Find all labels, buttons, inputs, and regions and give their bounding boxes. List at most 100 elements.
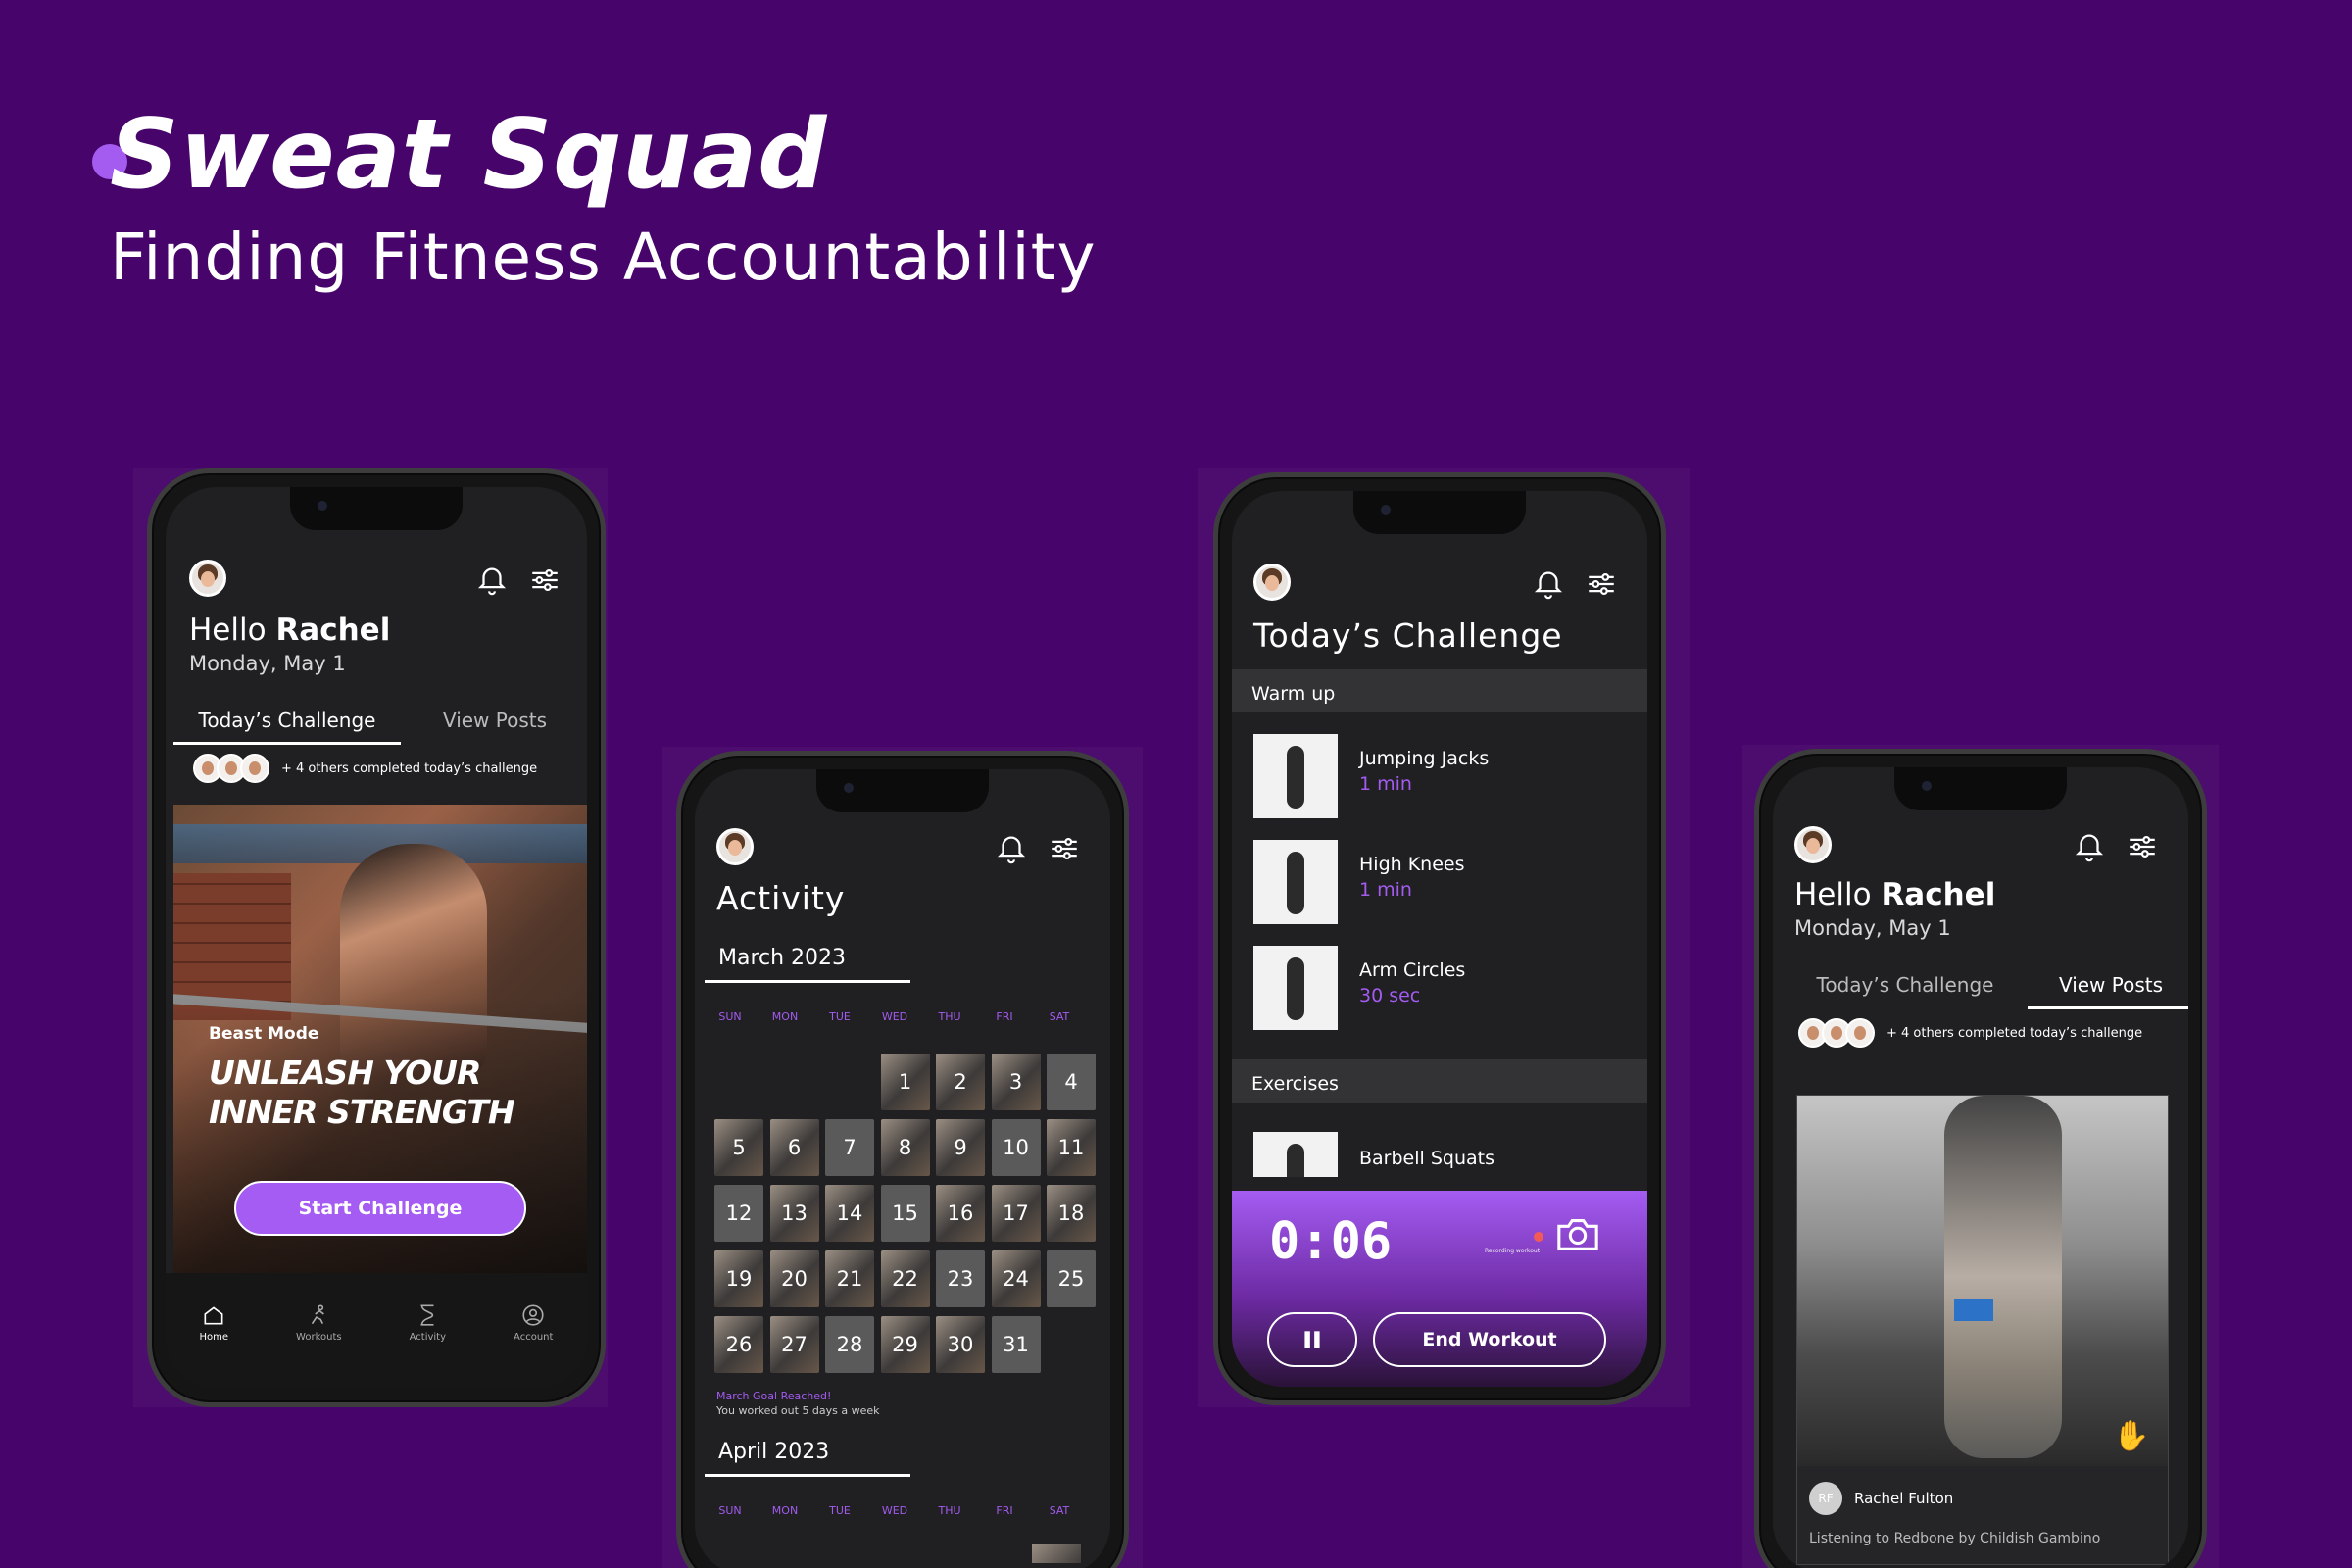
- tab-todays-challenge[interactable]: Today’s Challenge: [173, 709, 401, 745]
- calendar-day[interactable]: 23: [936, 1250, 985, 1307]
- hero-subtitle: Finding Fitness Accountability: [110, 220, 1097, 295]
- calendar-day[interactable]: 24: [991, 1250, 1041, 1307]
- calendar-day[interactable]: 8: [880, 1119, 930, 1176]
- exercise-item[interactable]: Jumping Jacks 1 min: [1253, 734, 1489, 818]
- filter-icon[interactable]: [1048, 832, 1081, 865]
- posts-tabs: Today’s Challenge View Posts: [1783, 973, 2188, 1009]
- nav-account[interactable]: Account: [514, 1302, 553, 1389]
- weekday-label: THU: [938, 1504, 961, 1517]
- calendar-day[interactable]: 16: [936, 1185, 985, 1242]
- posts-screen: Hello Rachel Monday, May 1 Today’s Chall…: [1773, 767, 2188, 1568]
- calendar-day[interactable]: [1032, 1544, 1081, 1563]
- phone-posts: Hello Rachel Monday, May 1 Today’s Chall…: [1754, 749, 2207, 1568]
- calendar-day[interactable]: 4: [1047, 1054, 1096, 1110]
- completed-others: + 4 others completed today’s challenge: [193, 754, 537, 783]
- calendar-day[interactable]: 10: [991, 1119, 1041, 1176]
- pause-button[interactable]: [1267, 1312, 1357, 1367]
- avatar[interactable]: [716, 828, 754, 865]
- calendar-day[interactable]: 27: [769, 1316, 819, 1373]
- calendar-day[interactable]: 26: [714, 1316, 763, 1373]
- weekday-label: SAT: [1049, 1504, 1070, 1517]
- calendar-day[interactable]: 30: [936, 1316, 985, 1373]
- calendar-day[interactable]: 17: [991, 1185, 1041, 1242]
- weekday-label: TUE: [829, 1010, 851, 1023]
- recording-label: Recording workout: [1485, 1248, 1541, 1254]
- home-icon: [204, 1306, 223, 1325]
- weekday-label: SUN: [718, 1504, 742, 1517]
- calendar-day[interactable]: 19: [714, 1250, 763, 1307]
- phone-home: Hello Rachel Monday, May 1 Today’s Chall…: [147, 468, 606, 1407]
- avatar: [1845, 1018, 1875, 1048]
- calendar-day[interactable]: 13: [769, 1185, 819, 1242]
- challenge-screen: Today’s Challenge Warm up Jumping Jacks 1…: [1232, 491, 1647, 1387]
- warmup-section: Warm up: [1232, 669, 1647, 712]
- weekday-label: SAT: [1049, 1010, 1070, 1023]
- exercise-item[interactable]: Barbell Squats: [1253, 1132, 1494, 1177]
- avatar[interactable]: [1253, 564, 1291, 601]
- calendar-day[interactable]: 25: [1047, 1250, 1096, 1307]
- start-challenge-button[interactable]: Start Challenge: [234, 1181, 526, 1236]
- calendar-day[interactable]: 15: [880, 1185, 930, 1242]
- bell-icon[interactable]: [2073, 830, 2106, 863]
- filter-icon[interactable]: [1585, 567, 1618, 601]
- calendar-day[interactable]: 28: [825, 1316, 874, 1373]
- date-label: Monday, May 1: [189, 652, 346, 675]
- hourglass-icon: [420, 1304, 434, 1326]
- weekday-label: MON: [771, 1010, 799, 1023]
- now-playing-text: Listening to Redbone by Childish Gambino: [1809, 1531, 2101, 1546]
- calendar-day[interactable]: 18: [1047, 1185, 1096, 1242]
- bell-icon[interactable]: [475, 564, 509, 597]
- nav-home[interactable]: Home: [200, 1302, 228, 1389]
- calendar-day[interactable]: 6: [769, 1119, 819, 1176]
- hero-title: Sweat Squad: [110, 99, 828, 211]
- filter-icon[interactable]: [528, 564, 562, 597]
- calendar-day[interactable]: 1: [880, 1054, 930, 1110]
- tab-view-posts[interactable]: View Posts: [401, 709, 587, 745]
- end-workout-button[interactable]: End Workout: [1373, 1312, 1606, 1367]
- calendar-day[interactable]: 7: [825, 1119, 874, 1176]
- avatar[interactable]: [189, 560, 226, 597]
- calendar-day[interactable]: 29: [880, 1316, 930, 1373]
- calendar-day[interactable]: 20: [769, 1250, 819, 1307]
- calendar-day[interactable]: 12: [714, 1185, 763, 1242]
- avatar: RF: [1809, 1482, 1842, 1515]
- recording-dot-icon: [1534, 1232, 1544, 1242]
- bell-icon[interactable]: [1532, 567, 1565, 601]
- calendar-day[interactable]: 2: [936, 1054, 985, 1110]
- greeting: Hello Rachel: [189, 612, 391, 648]
- calendar-day[interactable]: 9: [936, 1119, 985, 1176]
- month-label: April 2023: [705, 1440, 910, 1477]
- weekday-label: MON: [771, 1504, 799, 1517]
- calendar-day[interactable]: 11: [1047, 1119, 1096, 1176]
- camera-icon[interactable]: [1555, 1214, 1600, 1253]
- exercise-thumbnail: [1253, 946, 1338, 1030]
- date-label: Monday, May 1: [1794, 916, 1951, 940]
- filter-icon[interactable]: [2126, 830, 2159, 863]
- wave-icon[interactable]: ✋: [2113, 1419, 2149, 1453]
- calendar-day[interactable]: 14: [825, 1185, 874, 1242]
- phone-challenge: Today’s Challenge Warm up Jumping Jacks 1…: [1213, 472, 1666, 1405]
- bell-icon[interactable]: [995, 832, 1028, 865]
- exercise-item[interactable]: Arm Circles 30 sec: [1253, 946, 1465, 1030]
- calendar-day[interactable]: 31: [991, 1316, 1041, 1373]
- tab-todays-challenge[interactable]: Today’s Challenge: [1783, 973, 2028, 1009]
- nav-workouts[interactable]: Workouts: [296, 1302, 342, 1389]
- exercise-thumbnail: [1253, 840, 1338, 924]
- tab-view-posts[interactable]: View Posts: [2028, 973, 2188, 1009]
- timer-display: 0:06: [1269, 1212, 1393, 1271]
- account-icon: [522, 1304, 544, 1326]
- weekday-header: SUN MON TUE WED THU FRI SAT: [703, 1504, 1087, 1517]
- exercise-item[interactable]: High Knees 1 min: [1253, 840, 1465, 924]
- calendar-day[interactable]: 3: [991, 1054, 1041, 1110]
- calendar-day[interactable]: 5: [714, 1119, 763, 1176]
- post-card[interactable]: ✋ RF Rachel Fulton Listening to Redbone …: [1796, 1095, 2169, 1565]
- calendar-day[interactable]: 21: [825, 1250, 874, 1307]
- weekday-label: SUN: [718, 1010, 742, 1023]
- nav-activity[interactable]: Activity: [410, 1302, 446, 1389]
- workout-timer-panel: 0:06 Recording workout End Workout: [1232, 1191, 1647, 1387]
- calendar-day[interactable]: 22: [880, 1250, 930, 1307]
- exercise-thumbnail: [1253, 734, 1338, 818]
- weekday-label: TUE: [829, 1504, 851, 1517]
- avatar[interactable]: [1794, 826, 1832, 863]
- home-tabs: Today’s Challenge View Posts: [173, 709, 587, 745]
